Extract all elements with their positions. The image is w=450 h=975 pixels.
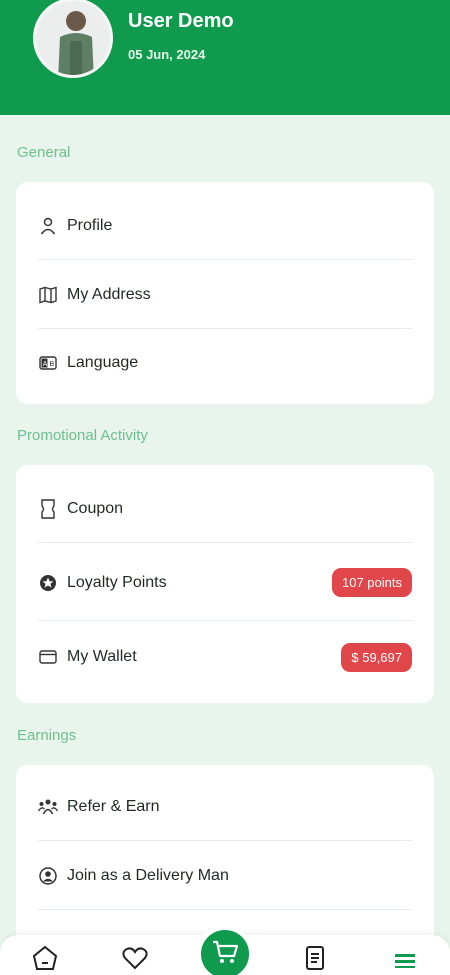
menu-item-my-address[interactable]: My Address	[38, 261, 412, 329]
menu-item-label: Coupon	[67, 499, 124, 517]
user-name: User Demo	[128, 10, 234, 32]
general-card: Profile My Address AB Language	[16, 182, 434, 404]
svg-text:A: A	[43, 361, 48, 368]
menu-item-refer-earn[interactable]: Refer & Earn	[38, 773, 412, 841]
menu-item-join-delivery-man[interactable]: Join as a Delivery Man	[38, 842, 412, 910]
avatar[interactable]	[33, 0, 113, 78]
wallet-icon	[38, 647, 58, 667]
section-title-earnings: Earnings	[17, 727, 77, 744]
section-title-promotional: Promotional Activity	[17, 427, 148, 444]
person-icon	[38, 216, 58, 236]
promotional-card: Coupon Loyalty Points 107 points My Wall…	[16, 465, 434, 703]
menu-item-label: Loyalty Points	[67, 573, 167, 591]
coupon-icon	[38, 498, 58, 519]
cart-button[interactable]	[197, 926, 253, 975]
language-icon: AB	[38, 353, 58, 373]
menu-item-label: Join as a Delivery Man	[67, 866, 229, 884]
orders-icon[interactable]	[302, 945, 328, 971]
menu-item-label: My Address	[67, 285, 151, 303]
menu-item-my-wallet[interactable]: My Wallet $ 59,697	[38, 621, 412, 693]
star-badge-icon	[38, 573, 58, 593]
profile-header: User Demo 05 Jun, 2024	[0, 0, 450, 115]
delivery-man-icon	[38, 866, 58, 886]
menu-item-label: My Wallet	[67, 648, 137, 665]
map-icon	[38, 285, 58, 305]
menu-item-label: Language	[67, 354, 139, 371]
menu-item-label: Profile	[67, 216, 113, 234]
refer-icon	[38, 797, 58, 817]
menu-item-loyalty-points[interactable]: Loyalty Points 107 points	[38, 545, 412, 621]
menu-item-profile[interactable]: Profile	[38, 192, 412, 260]
wallet-balance-badge: $ 59,697	[341, 642, 412, 672]
home-icon[interactable]	[32, 945, 58, 971]
menu-icon[interactable]	[392, 945, 418, 971]
svg-text:B: B	[50, 361, 55, 368]
menu-item-language[interactable]: AB Language	[38, 329, 412, 397]
cart-icon	[211, 939, 239, 970]
section-title-general: General	[17, 144, 71, 161]
menu-item-coupon[interactable]: Coupon	[38, 475, 412, 543]
user-date: 05 Jun, 2024	[128, 47, 206, 62]
menu-item-label: Refer & Earn	[67, 797, 160, 815]
heart-icon[interactable]	[122, 945, 148, 971]
loyalty-points-badge: 107 points	[332, 568, 412, 597]
